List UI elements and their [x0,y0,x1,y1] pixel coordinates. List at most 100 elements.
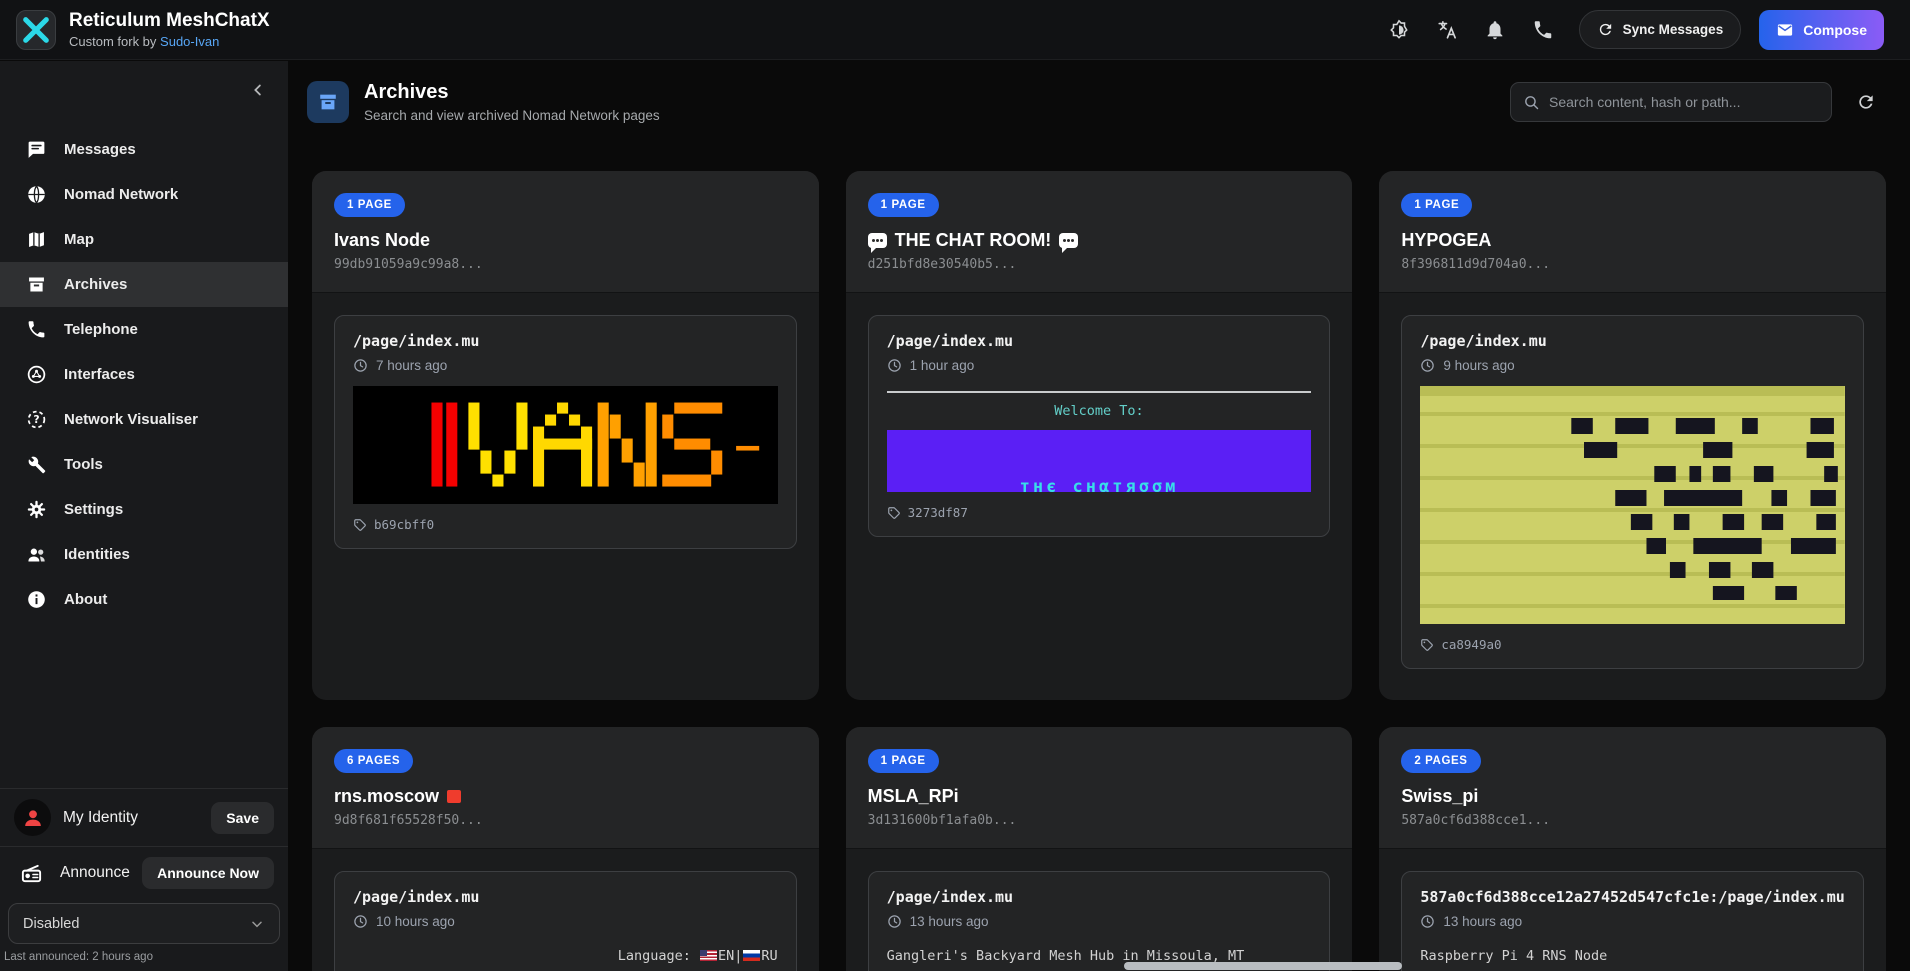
announce-mode-value: Disabled [23,916,79,932]
chat-icon [26,139,47,160]
clock-icon [1420,914,1435,929]
archived-page-card[interactable]: /page/index.mu 13 hours ago Gangleri's B… [868,871,1331,971]
content-line: Raspberry Pi 4 RNS Node [1420,945,1845,969]
globe-icon [26,184,47,205]
archive-card-ivans-node[interactable]: 1 PAGE Ivans Node 99db91059a9c99a8... /p… [312,171,819,700]
search-input[interactable] [1549,94,1819,110]
sidebar-item-label: Messages [64,141,136,158]
save-button[interactable]: Save [211,802,274,834]
page-path: /page/index.mu [1420,332,1845,350]
archived-page-card[interactable]: /page/index.mu 7 hours ago [334,315,797,549]
app-subtitle: Custom fork by Sudo-Ivan [69,34,270,49]
card-body: /page/index.mu 9 hours ago [1379,293,1886,691]
hypogea-ascii-art [1420,386,1845,624]
page-tag-row: 3273df87 [887,505,1312,520]
bell-icon [1484,19,1506,41]
translate-icon [1436,19,1458,41]
search-icon [1523,94,1540,111]
app-title: Reticulum MeshChatX [69,10,270,32]
sync-messages-button[interactable]: Sync Messages [1579,10,1742,49]
telephone-button[interactable] [1523,10,1563,50]
translate-button[interactable] [1427,10,1467,50]
page-time-row: 1 hour ago [887,358,1312,373]
tag-icon [887,506,901,520]
tag-icon [353,518,367,532]
page-tag: 3273df87 [908,505,968,520]
sidebar-item-label: Nomad Network [64,186,178,203]
page-count-badge: 2 PAGES [1401,749,1480,773]
archive-card-rns-moscow[interactable]: 6 PAGES rns.moscow 9d8f681f65528f50... /… [312,727,819,971]
fork-author-link[interactable]: Sudo-Ivan [160,34,219,49]
app-logo [16,10,56,50]
chevron-left-icon [249,81,267,99]
archives-header-text: Archives Search and view archived Nomad … [364,81,660,123]
sidebar-item-interfaces[interactable]: Interfaces [0,352,288,397]
radio-icon [14,862,48,885]
node-hash: 9d8f681f65528f50... [334,813,797,828]
page-tag-row: ca8949a0 [1420,637,1845,652]
sidebar-item-identities[interactable]: Identities [0,532,288,577]
sidebar-item-label: Identities [64,546,130,563]
top-bar: Reticulum MeshChatX Custom fork by Sudo-… [0,0,1910,60]
archive-card-chat-room[interactable]: 1 PAGE THE CHAT ROOM! d251bfd8e30540b5..… [846,171,1353,700]
speech-bubble-icon [868,233,887,248]
card-header: 6 PAGES rns.moscow 9d8f681f65528f50... [312,727,819,849]
archive-card-swiss-pi[interactable]: 2 PAGES Swiss_pi 587a0cf6d388cce1... 587… [1379,727,1886,971]
compose-button[interactable]: Compose [1759,10,1884,50]
sidebar-item-label: Interfaces [64,366,135,383]
sidebar-item-archives[interactable]: Archives [0,262,288,307]
sidebar-item-about[interactable]: About [0,577,288,622]
sidebar-item-settings[interactable]: Settings [0,487,288,532]
x-logo-icon [17,11,55,49]
page-tag: ca8949a0 [1441,637,1501,652]
sidebar-item-messages[interactable]: Messages [0,127,288,172]
card-title: Ivans Node [334,230,797,251]
sync-messages-label: Sync Messages [1623,22,1724,37]
compose-label: Compose [1803,22,1867,38]
page-time-row: 7 hours ago [353,358,778,373]
avatar [14,799,51,836]
archived-page-card[interactable]: /page/index.mu 1 hour ago Welcome To: тн… [868,315,1331,537]
archived-page-card[interactable]: 587a0cf6d388cce12a27452d547cfc1e:/page/i… [1401,871,1864,971]
info-icon [26,589,47,610]
page-time-row: 10 hours ago [353,914,778,929]
page-path: /page/index.mu [887,332,1312,350]
page-time: 9 hours ago [1443,358,1514,373]
archived-page-card[interactable]: /page/index.mu 10 hours ago Language: EN… [334,871,797,971]
announce-mode-select[interactable]: Disabled [8,903,280,944]
chat-room-banner: тнє снαтяσσм [887,430,1312,492]
sync-icon [1597,21,1614,38]
sidebar-item-label: Telephone [64,321,138,338]
announce-label: Announce [60,864,130,882]
sidebar-item-tools[interactable]: Tools [0,442,288,487]
tag-icon [1420,638,1434,652]
refresh-button[interactable] [1848,84,1884,120]
app-titles: Reticulum MeshChatX Custom fork by Sudo-… [69,10,270,49]
page-tag: b69cbff0 [374,517,434,532]
sidebar-item-network-visualiser[interactable]: ? Network Visualiser [0,397,288,442]
archive-card-grid: 1 PAGE Ivans Node 99db91059a9c99a8... /p… [288,142,1910,971]
card-body: /page/index.mu 7 hours ago [312,293,819,571]
topbar-actions: Sync Messages Compose [1379,10,1884,50]
sidebar-item-label: Settings [64,501,123,518]
sidebar: Messages Nomad Network Map Archives [0,61,288,971]
sidebar-item-label: Map [64,231,94,248]
archive-card-msla-rpi[interactable]: 1 PAGE MSLA_RPi 3d131600bf1afa0b... /pag… [846,727,1353,971]
sidebar-item-label: Archives [64,276,127,293]
horizontal-scrollbar-thumb[interactable] [1124,962,1402,970]
card-title: Swiss_pi [1401,786,1864,807]
card-title: HYPOGEA [1401,230,1864,251]
notifications-button[interactable] [1475,10,1515,50]
ivans-ascii-art [353,386,778,504]
archive-card-hypogea[interactable]: 1 PAGE HYPOGEA 8f396811d9d704a0... /page… [1379,171,1886,700]
archived-page-card[interactable]: /page/index.mu 9 hours ago [1401,315,1864,669]
sidebar-collapse-button[interactable] [242,74,274,106]
sidebar-item-map[interactable]: Map [0,217,288,262]
sidebar-item-nomad-network[interactable]: Nomad Network [0,172,288,217]
theme-toggle-button[interactable] [1379,10,1419,50]
announce-now-button[interactable]: Announce Now [142,857,274,889]
page-path: 587a0cf6d388cce12a27452d547cfc1e:/page/i… [1420,888,1845,906]
map-icon [26,229,47,250]
sidebar-item-telephone[interactable]: Telephone [0,307,288,352]
people-icon [26,544,47,565]
